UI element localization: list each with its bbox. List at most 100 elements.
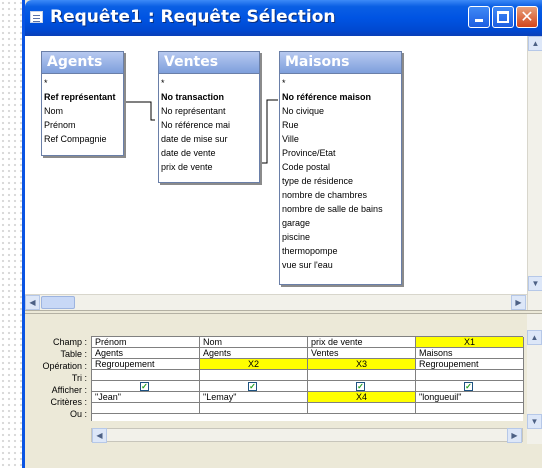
field-item[interactable]: date de mise sur — [161, 132, 259, 146]
field-list: * Ref représentant Nom Prénom Ref Compag… — [42, 73, 123, 155]
cell-table[interactable]: Maisons — [416, 348, 523, 359]
window-title: Requête1 : Requête Sélection — [50, 7, 336, 27]
minimize-button[interactable] — [468, 6, 490, 28]
field-item[interactable]: prix de vente — [161, 160, 259, 174]
checkbox-checked-icon[interactable]: ✓ — [248, 382, 257, 391]
row-label-criteres: Critères : — [50, 397, 87, 407]
cell-ou[interactable] — [92, 403, 199, 414]
cell-afficher[interactable]: ✓ — [308, 381, 415, 392]
grid-column: Prénom Agents Regroupement ✓ "Jean" — [92, 337, 200, 414]
cell-champ[interactable]: Nom — [200, 337, 307, 348]
maximize-button[interactable] — [492, 6, 514, 28]
cell-afficher[interactable]: ✓ — [416, 381, 523, 392]
cell-ou[interactable] — [416, 403, 523, 414]
field-item[interactable]: No référence mai — [161, 118, 259, 132]
cell-table[interactable]: Ventes — [308, 348, 415, 359]
scroll-up-icon[interactable]: ▲ — [527, 330, 542, 345]
cell-champ[interactable]: X1 — [416, 337, 523, 348]
field-item[interactable]: Ref représentant — [44, 90, 123, 104]
grid-column: prix de vente Ventes X3 ✓ X4 — [308, 337, 416, 414]
table-maisons[interactable]: Maisons * No référence maison No civique… — [279, 51, 402, 285]
scroll-right-icon[interactable]: ▶ — [507, 428, 522, 443]
row-label-table: Table : — [60, 349, 87, 359]
minimize-icon — [475, 19, 483, 22]
cell-tri[interactable] — [416, 370, 523, 381]
scroll-up-icon[interactable]: ▲ — [528, 36, 542, 51]
table-title: Ventes — [159, 52, 259, 73]
scroll-thumb[interactable] — [41, 296, 75, 309]
cell-criteres[interactable]: "longueuil" — [416, 392, 523, 403]
table-ventes[interactable]: Ventes * No transaction No représentant … — [158, 51, 260, 183]
background-pattern — [0, 0, 22, 468]
field-item[interactable]: * — [44, 76, 123, 90]
field-item[interactable]: vue sur l'eau — [282, 258, 401, 272]
field-item[interactable]: Rue — [282, 118, 401, 132]
checkbox-checked-icon[interactable]: ✓ — [140, 382, 149, 391]
field-item[interactable]: No référence maison — [282, 90, 401, 104]
cell-operation[interactable]: X3 — [308, 359, 415, 370]
cell-tri[interactable] — [308, 370, 415, 381]
table-title: Maisons — [280, 52, 401, 73]
table-agents[interactable]: Agents * Ref représentant Nom Prénom Ref… — [41, 51, 124, 156]
cell-ou[interactable] — [308, 403, 415, 414]
cell-tri[interactable] — [92, 370, 199, 381]
field-item[interactable]: piscine — [282, 230, 401, 244]
field-item[interactable]: nombre de chambres — [282, 188, 401, 202]
cell-tri[interactable] — [200, 370, 307, 381]
cell-table[interactable]: Agents — [200, 348, 307, 359]
field-item[interactable]: thermopompe — [282, 244, 401, 258]
field-item[interactable]: Prénom — [44, 118, 123, 132]
field-item[interactable]: No représentant — [161, 104, 259, 118]
upper-horizontal-scrollbar[interactable]: ◀ ▶ — [25, 294, 527, 310]
upper-vertical-scrollbar[interactable]: ▲ ▼ — [527, 36, 542, 310]
query-grid-area: Champ : Table : Opération : Tri : Affich… — [25, 314, 542, 468]
field-item[interactable]: Code postal — [282, 160, 401, 174]
table-design-area: Agents * Ref représentant Nom Prénom Ref… — [25, 36, 527, 294]
checkbox-checked-icon[interactable]: ✓ — [464, 382, 473, 391]
field-item[interactable]: date de vente — [161, 146, 259, 160]
field-item[interactable]: Nom — [44, 104, 123, 118]
grid-column: Nom Agents X2 ✓ "Lemay" — [200, 337, 308, 414]
close-icon: ✕ — [520, 7, 534, 26]
query-design-grid: Prénom Agents Regroupement ✓ "Jean" Nom … — [91, 336, 524, 421]
cell-operation[interactable]: Regroupement — [92, 359, 199, 370]
cell-operation[interactable]: X2 — [200, 359, 307, 370]
cell-operation[interactable]: Regroupement — [416, 359, 523, 370]
cell-criteres[interactable]: X4 — [308, 392, 415, 403]
scroll-right-icon[interactable]: ▶ — [511, 295, 526, 310]
title-bar[interactable]: Requête1 : Requête Sélection ✕ — [25, 0, 542, 36]
row-label-champ: Champ : — [52, 337, 87, 347]
cell-ou[interactable] — [200, 403, 307, 414]
cell-criteres[interactable]: "Lemay" — [200, 392, 307, 403]
field-item[interactable]: Ref Compagnie — [44, 132, 123, 146]
scroll-down-icon[interactable]: ▼ — [527, 414, 542, 429]
cell-table[interactable]: Agents — [92, 348, 199, 359]
field-item[interactable]: No civique — [282, 104, 401, 118]
field-item[interactable]: Ville — [282, 132, 401, 146]
relationship-agents-ventes — [124, 101, 155, 121]
cell-champ[interactable]: prix de vente — [308, 337, 415, 348]
cell-criteres[interactable]: "Jean" — [92, 392, 199, 403]
table-title: Agents — [42, 52, 123, 73]
scroll-down-icon[interactable]: ▼ — [528, 276, 542, 291]
field-item[interactable]: garage — [282, 216, 401, 230]
checkbox-checked-icon[interactable]: ✓ — [356, 382, 365, 391]
cell-champ[interactable]: Prénom — [92, 337, 199, 348]
maximize-icon — [497, 11, 509, 23]
field-item[interactable]: nombre de salle de bains — [282, 202, 401, 216]
scroll-left-icon[interactable]: ◀ — [25, 295, 40, 310]
field-item[interactable]: * — [161, 76, 259, 90]
cell-afficher[interactable]: ✓ — [200, 381, 307, 392]
grid-horizontal-scrollbar[interactable]: ◀ ▶ — [91, 428, 523, 443]
cell-afficher[interactable]: ✓ — [92, 381, 199, 392]
grid-vertical-scrollbar[interactable]: ▲ ▼ — [527, 314, 542, 444]
close-button[interactable]: ✕ — [516, 6, 538, 28]
query-window: Requête1 : Requête Sélection ✕ Agents * … — [22, 0, 542, 468]
grid-column: X1 Maisons Regroupement ✓ "longueuil" — [416, 337, 524, 414]
scroll-left-icon[interactable]: ◀ — [92, 428, 107, 443]
query-icon — [30, 11, 43, 23]
field-item[interactable]: No transaction — [161, 90, 259, 104]
field-item[interactable]: type de résidence — [282, 174, 401, 188]
field-item[interactable]: * — [282, 76, 401, 90]
field-item[interactable]: Province/Etat — [282, 146, 401, 160]
